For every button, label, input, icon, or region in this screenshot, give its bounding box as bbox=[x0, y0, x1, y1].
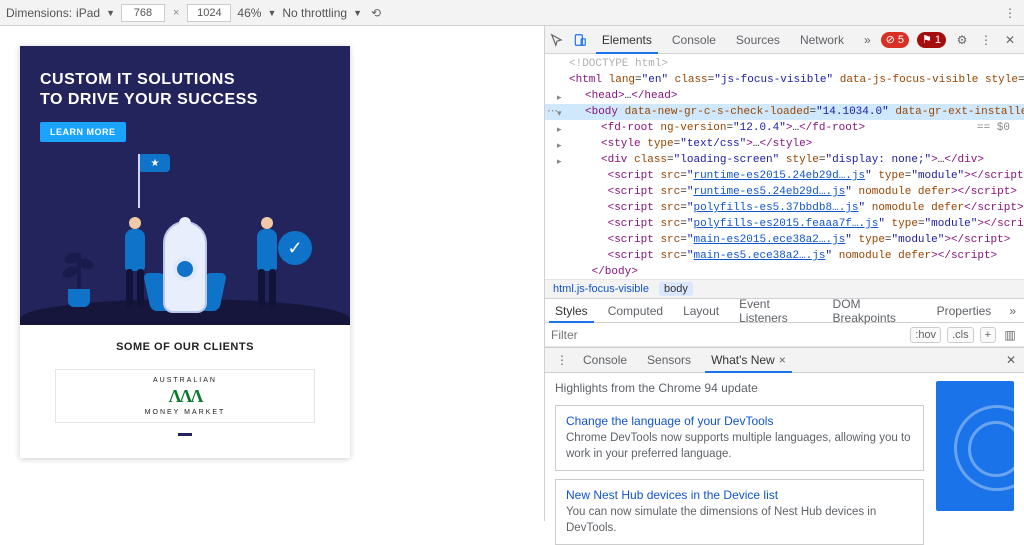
dimensions-group[interactable]: Dimensions: iPad ▼ bbox=[6, 6, 115, 20]
card-title: Change the language of your DevTools bbox=[566, 414, 913, 428]
tabs-overflow[interactable]: » bbox=[1001, 299, 1024, 322]
sidebar-toggle-icon[interactable]: ▥ bbox=[1002, 327, 1018, 343]
whats-new-card[interactable]: Change the language of your DevTools Chr… bbox=[555, 405, 924, 471]
tab-computed[interactable]: Computed bbox=[598, 299, 673, 322]
kebab-menu-icon[interactable]: ⋮ bbox=[978, 32, 994, 48]
times-icon: × bbox=[171, 7, 181, 19]
dom-node[interactable]: <html lang="en" class="js-focus-visible"… bbox=[545, 72, 1024, 88]
rotate-icon[interactable]: ⟲ bbox=[368, 5, 384, 21]
issues-badge[interactable]: ⚑ 1 bbox=[917, 32, 946, 48]
promo-image bbox=[936, 381, 1014, 511]
shield-check-icon: ✓ bbox=[278, 231, 312, 265]
star-icon: ★ bbox=[151, 158, 160, 169]
whats-new-panel: Highlights from the Chrome 94 update Cha… bbox=[545, 373, 1024, 521]
gear-icon[interactable]: ⚙ bbox=[954, 32, 970, 48]
whats-new-heading: Highlights from the Chrome 94 update bbox=[555, 381, 924, 395]
rocket-icon bbox=[163, 221, 207, 313]
drawer-tab-console[interactable]: Console bbox=[573, 348, 637, 372]
width-input[interactable] bbox=[121, 4, 165, 22]
page-preview: CUSTOM IT SOLUTIONS TO DRIVE YOUR SUCCES… bbox=[20, 46, 350, 458]
hero-section: CUSTOM IT SOLUTIONS TO DRIVE YOUR SUCCES… bbox=[20, 46, 350, 325]
dom-node[interactable]: ▸<style type="text/css">…</style> bbox=[545, 136, 1024, 152]
device-name: iPad bbox=[76, 6, 100, 20]
throttling-value: No throttling bbox=[282, 6, 347, 20]
dom-node[interactable]: ▸<fd-root ng-version="12.0.4">…</fd-root… bbox=[545, 120, 1024, 136]
client-mark-icon: ΛΛΛ bbox=[169, 386, 202, 407]
dom-node[interactable]: <script src="main-es5.ece38a2….js" nomod… bbox=[545, 248, 1024, 264]
crumb-body[interactable]: body bbox=[659, 282, 693, 296]
plant-icon bbox=[68, 289, 90, 307]
dom-node[interactable]: ▸<div class="loading-screen" style="disp… bbox=[545, 152, 1024, 168]
new-rule-button[interactable]: + bbox=[980, 327, 996, 343]
tab-layout[interactable]: Layout bbox=[673, 299, 729, 322]
close-icon[interactable]: ✕ bbox=[1006, 348, 1024, 372]
dimensions-label: Dimensions: bbox=[6, 6, 72, 20]
drawer-tab-label: What's New bbox=[711, 353, 775, 367]
device-toolbar: Dimensions: iPad ▼ × 46% ▼ No throttling… bbox=[0, 0, 1024, 26]
dom-node[interactable]: <script src="polyfills-es2015.feaaa7f….j… bbox=[545, 216, 1024, 232]
clients-heading: SOME OF OUR CLIENTS bbox=[30, 341, 340, 353]
dom-node[interactable]: <script src="runtime-es2015.24eb29d….js"… bbox=[545, 168, 1024, 184]
dom-node[interactable]: <!DOCTYPE html> bbox=[545, 56, 1024, 72]
dom-node[interactable]: <script src="polyfills-es5.37bbdb8….js" … bbox=[545, 200, 1024, 216]
drawer-tabbar: ⋮ Console Sensors What's New × ✕ bbox=[545, 347, 1024, 373]
chevron-down-icon: ▼ bbox=[104, 8, 115, 18]
devtools-panel: Elements Console Sources Network » ⊘ 5 ⚑… bbox=[545, 26, 1024, 521]
whats-new-card[interactable]: New Nest Hub devices in the Device list … bbox=[555, 479, 924, 545]
kebab-menu-icon[interactable]: ⋮ bbox=[1002, 5, 1018, 21]
tab-network[interactable]: Network bbox=[790, 26, 854, 53]
client-logo: AUSTRALIAN ΛΛΛ MONEY MARKET bbox=[55, 369, 315, 423]
styles-filter-row: :hov .cls + ▥ bbox=[545, 323, 1024, 347]
error-badge[interactable]: ⊘ 5 bbox=[881, 32, 909, 48]
height-input[interactable] bbox=[187, 4, 231, 22]
inspect-icon[interactable] bbox=[545, 26, 568, 53]
zoom-value: 46% bbox=[237, 6, 261, 20]
dom-node[interactable]: </body> bbox=[545, 264, 1024, 279]
client-text-bottom: MONEY MARKET bbox=[145, 409, 226, 416]
dom-node[interactable]: <script src="runtime-es5.24eb29d….js" no… bbox=[545, 184, 1024, 200]
devtools-tabbar: Elements Console Sources Network » ⊘ 5 ⚑… bbox=[545, 26, 1024, 54]
tab-elements[interactable]: Elements bbox=[592, 26, 662, 53]
tab-sources[interactable]: Sources bbox=[726, 26, 790, 53]
dom-node[interactable]: ▸<head>…</head> bbox=[545, 88, 1024, 104]
chevron-down-icon: ▼ bbox=[351, 8, 362, 18]
hero-line-2: TO DRIVE YOUR SUCCESS bbox=[40, 91, 258, 108]
clients-section: SOME OF OUR CLIENTS AUSTRALIAN ΛΛΛ MONEY… bbox=[20, 325, 350, 458]
dom-node[interactable]: <script src="main-es2015.ece38a2….js" ty… bbox=[545, 232, 1024, 248]
tabs-overflow[interactable]: » bbox=[854, 26, 881, 53]
card-description: Chrome DevTools now supports multiple la… bbox=[566, 431, 913, 462]
hero-line-1: CUSTOM IT SOLUTIONS bbox=[40, 71, 235, 88]
kebab-menu-icon[interactable]: ⋮ bbox=[551, 348, 573, 372]
flag-icon: ★ bbox=[138, 154, 140, 208]
learn-more-button[interactable]: LEARN MORE bbox=[40, 122, 126, 142]
chevron-down-icon: ▼ bbox=[265, 8, 276, 18]
device-toggle-icon[interactable] bbox=[568, 26, 591, 53]
hov-toggle[interactable]: :hov bbox=[910, 327, 941, 343]
zoom-select[interactable]: 46% ▼ bbox=[237, 6, 276, 20]
card-title: New Nest Hub devices in the Device list bbox=[566, 488, 913, 502]
hero-illustration: ★ ✓ bbox=[40, 150, 330, 325]
client-text-top: AUSTRALIAN bbox=[153, 377, 217, 384]
tab-styles[interactable]: Styles bbox=[545, 299, 598, 322]
close-icon[interactable]: × bbox=[779, 353, 786, 367]
hero-heading: CUSTOM IT SOLUTIONS TO DRIVE YOUR SUCCES… bbox=[40, 70, 330, 110]
styles-tabbar: Styles Computed Layout Event Listeners D… bbox=[545, 299, 1024, 323]
tab-event-listeners[interactable]: Event Listeners bbox=[729, 299, 822, 322]
carousel-indicator[interactable] bbox=[178, 433, 192, 436]
dom-node-selected[interactable]: ⋯▾<body data-new-gr-c-s-check-loaded="14… bbox=[545, 104, 1024, 120]
device-viewport[interactable]: CUSTOM IT SOLUTIONS TO DRIVE YOUR SUCCES… bbox=[0, 26, 545, 521]
crumb-html[interactable]: html.js-focus-visible bbox=[553, 283, 649, 295]
close-icon[interactable]: ✕ bbox=[1002, 32, 1018, 48]
tab-console[interactable]: Console bbox=[662, 26, 726, 53]
dom-tree[interactable]: <!DOCTYPE html> <html lang="en" class="j… bbox=[545, 54, 1024, 279]
cls-toggle[interactable]: .cls bbox=[947, 327, 974, 343]
tab-dom-breakpoints[interactable]: DOM Breakpoints bbox=[823, 299, 927, 322]
drawer-tab-whats-new[interactable]: What's New × bbox=[701, 348, 796, 372]
throttling-select[interactable]: No throttling ▼ bbox=[282, 6, 362, 20]
drawer-tab-sensors[interactable]: Sensors bbox=[637, 348, 701, 372]
styles-filter-input[interactable] bbox=[551, 328, 904, 342]
tab-properties[interactable]: Properties bbox=[927, 299, 1002, 322]
